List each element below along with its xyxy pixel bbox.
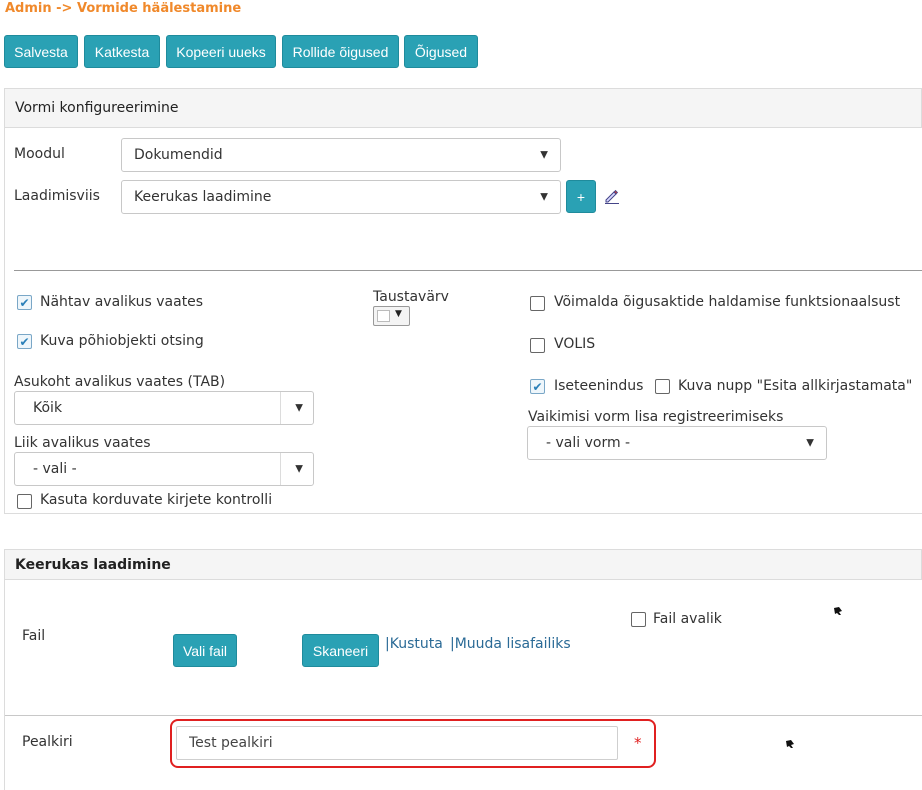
background-color-label: Taustavärv — [373, 289, 449, 305]
file-public-checkbox[interactable] — [631, 612, 646, 627]
cancel-button[interactable]: Katkesta — [84, 35, 160, 68]
visible-public-label: Nähtav avalikus vaates — [40, 294, 204, 310]
public-tab-select[interactable]: Kõik ▼ — [14, 391, 314, 425]
upload-mode-select[interactable]: Keerukas laadimine ▼ — [121, 180, 561, 214]
legal-acts-label: Võimalda õigusaktide haldamise funktsion… — [554, 294, 901, 310]
section-divider — [14, 270, 922, 271]
caret-down-icon: ▼ — [395, 309, 402, 319]
choose-file-button[interactable]: Vali fail — [173, 634, 237, 667]
legal-acts-checkbox[interactable] — [530, 296, 545, 311]
change-attachment-link[interactable]: |Muuda lisafailiks — [450, 636, 571, 652]
visible-public-checkbox[interactable]: ✔ — [17, 295, 32, 310]
select-separator — [280, 392, 281, 424]
background-color-picker[interactable]: ▼ — [373, 306, 410, 326]
complex-panel-header: Keerukas laadimine — [4, 549, 922, 580]
config-panel-title: Vormi konfigureerimine — [15, 100, 179, 116]
edit-pencil-icon[interactable] — [603, 187, 621, 205]
row-divider — [5, 715, 922, 716]
caret-down-icon: ▼ — [540, 149, 548, 161]
show-main-search-checkbox[interactable]: ✔ — [17, 334, 32, 349]
upload-mode-label: Laadimisviis — [14, 188, 100, 204]
pin-icon[interactable] — [784, 738, 796, 750]
role-rights-button[interactable]: Rollide õigused — [282, 35, 399, 68]
add-upload-mode-button[interactable]: + — [566, 180, 596, 213]
duplicate-check-checkbox[interactable] — [17, 494, 32, 509]
pin-icon[interactable] — [832, 605, 844, 617]
show-unsigned-checkbox[interactable] — [655, 379, 670, 394]
default-form-select[interactable]: - vali vorm - ▼ — [527, 426, 827, 460]
public-tab-value: Kõik — [33, 400, 63, 416]
caret-down-icon: ▼ — [540, 191, 548, 203]
caret-down-icon: ▼ — [806, 437, 814, 449]
save-button[interactable]: Salvesta — [4, 35, 78, 68]
public-type-select[interactable]: - vali - ▼ — [14, 452, 314, 486]
default-form-value: - vali vorm - — [546, 435, 631, 451]
volis-label: VOLIS — [554, 336, 596, 352]
volis-checkbox[interactable] — [530, 338, 545, 353]
copy-new-button[interactable]: Kopeeri uueks — [166, 35, 276, 68]
file-label: Fail — [22, 628, 46, 644]
self-service-checkbox[interactable]: ✔ — [530, 379, 545, 394]
delete-link[interactable]: |Kustuta — [385, 636, 443, 652]
caret-down-icon: ▼ — [295, 463, 303, 475]
public-tab-label: Asukoht avalikus vaates (TAB) — [14, 374, 226, 390]
self-service-label: Iseteenindus — [554, 378, 644, 394]
module-value: Dokumendid — [134, 147, 223, 163]
upload-mode-value: Keerukas laadimine — [134, 189, 272, 205]
select-separator — [280, 453, 281, 485]
show-unsigned-label: Kuva nupp "Esita allkirjastamata" — [678, 378, 913, 394]
title-label: Pealkiri — [22, 734, 73, 750]
public-type-value: - vali - — [33, 461, 77, 477]
required-mark: * — [634, 734, 642, 752]
breadcrumb: Admin -> Vormide häälestamine — [5, 1, 242, 16]
public-type-label: Liik avalikus vaates — [14, 435, 151, 451]
default-form-label: Vaikimisi vorm lisa registreerimiseks — [528, 409, 784, 425]
file-public-label: Fail avalik — [653, 611, 722, 627]
title-input[interactable] — [176, 726, 618, 760]
config-panel-header: Vormi konfigureerimine — [4, 88, 922, 128]
caret-down-icon: ▼ — [295, 402, 303, 414]
color-swatch — [377, 310, 390, 322]
duplicate-check-label: Kasuta korduvate kirjete kontrolli — [40, 492, 273, 508]
module-select[interactable]: Dokumendid ▼ — [121, 138, 561, 172]
scan-button[interactable]: Skaneeri — [302, 634, 379, 667]
rights-button[interactable]: Õigused — [404, 35, 478, 68]
module-label: Moodul — [14, 146, 65, 162]
complex-panel-title: Keerukas laadimine — [15, 556, 171, 573]
show-main-search-label: Kuva põhiobjekti otsing — [40, 333, 204, 349]
